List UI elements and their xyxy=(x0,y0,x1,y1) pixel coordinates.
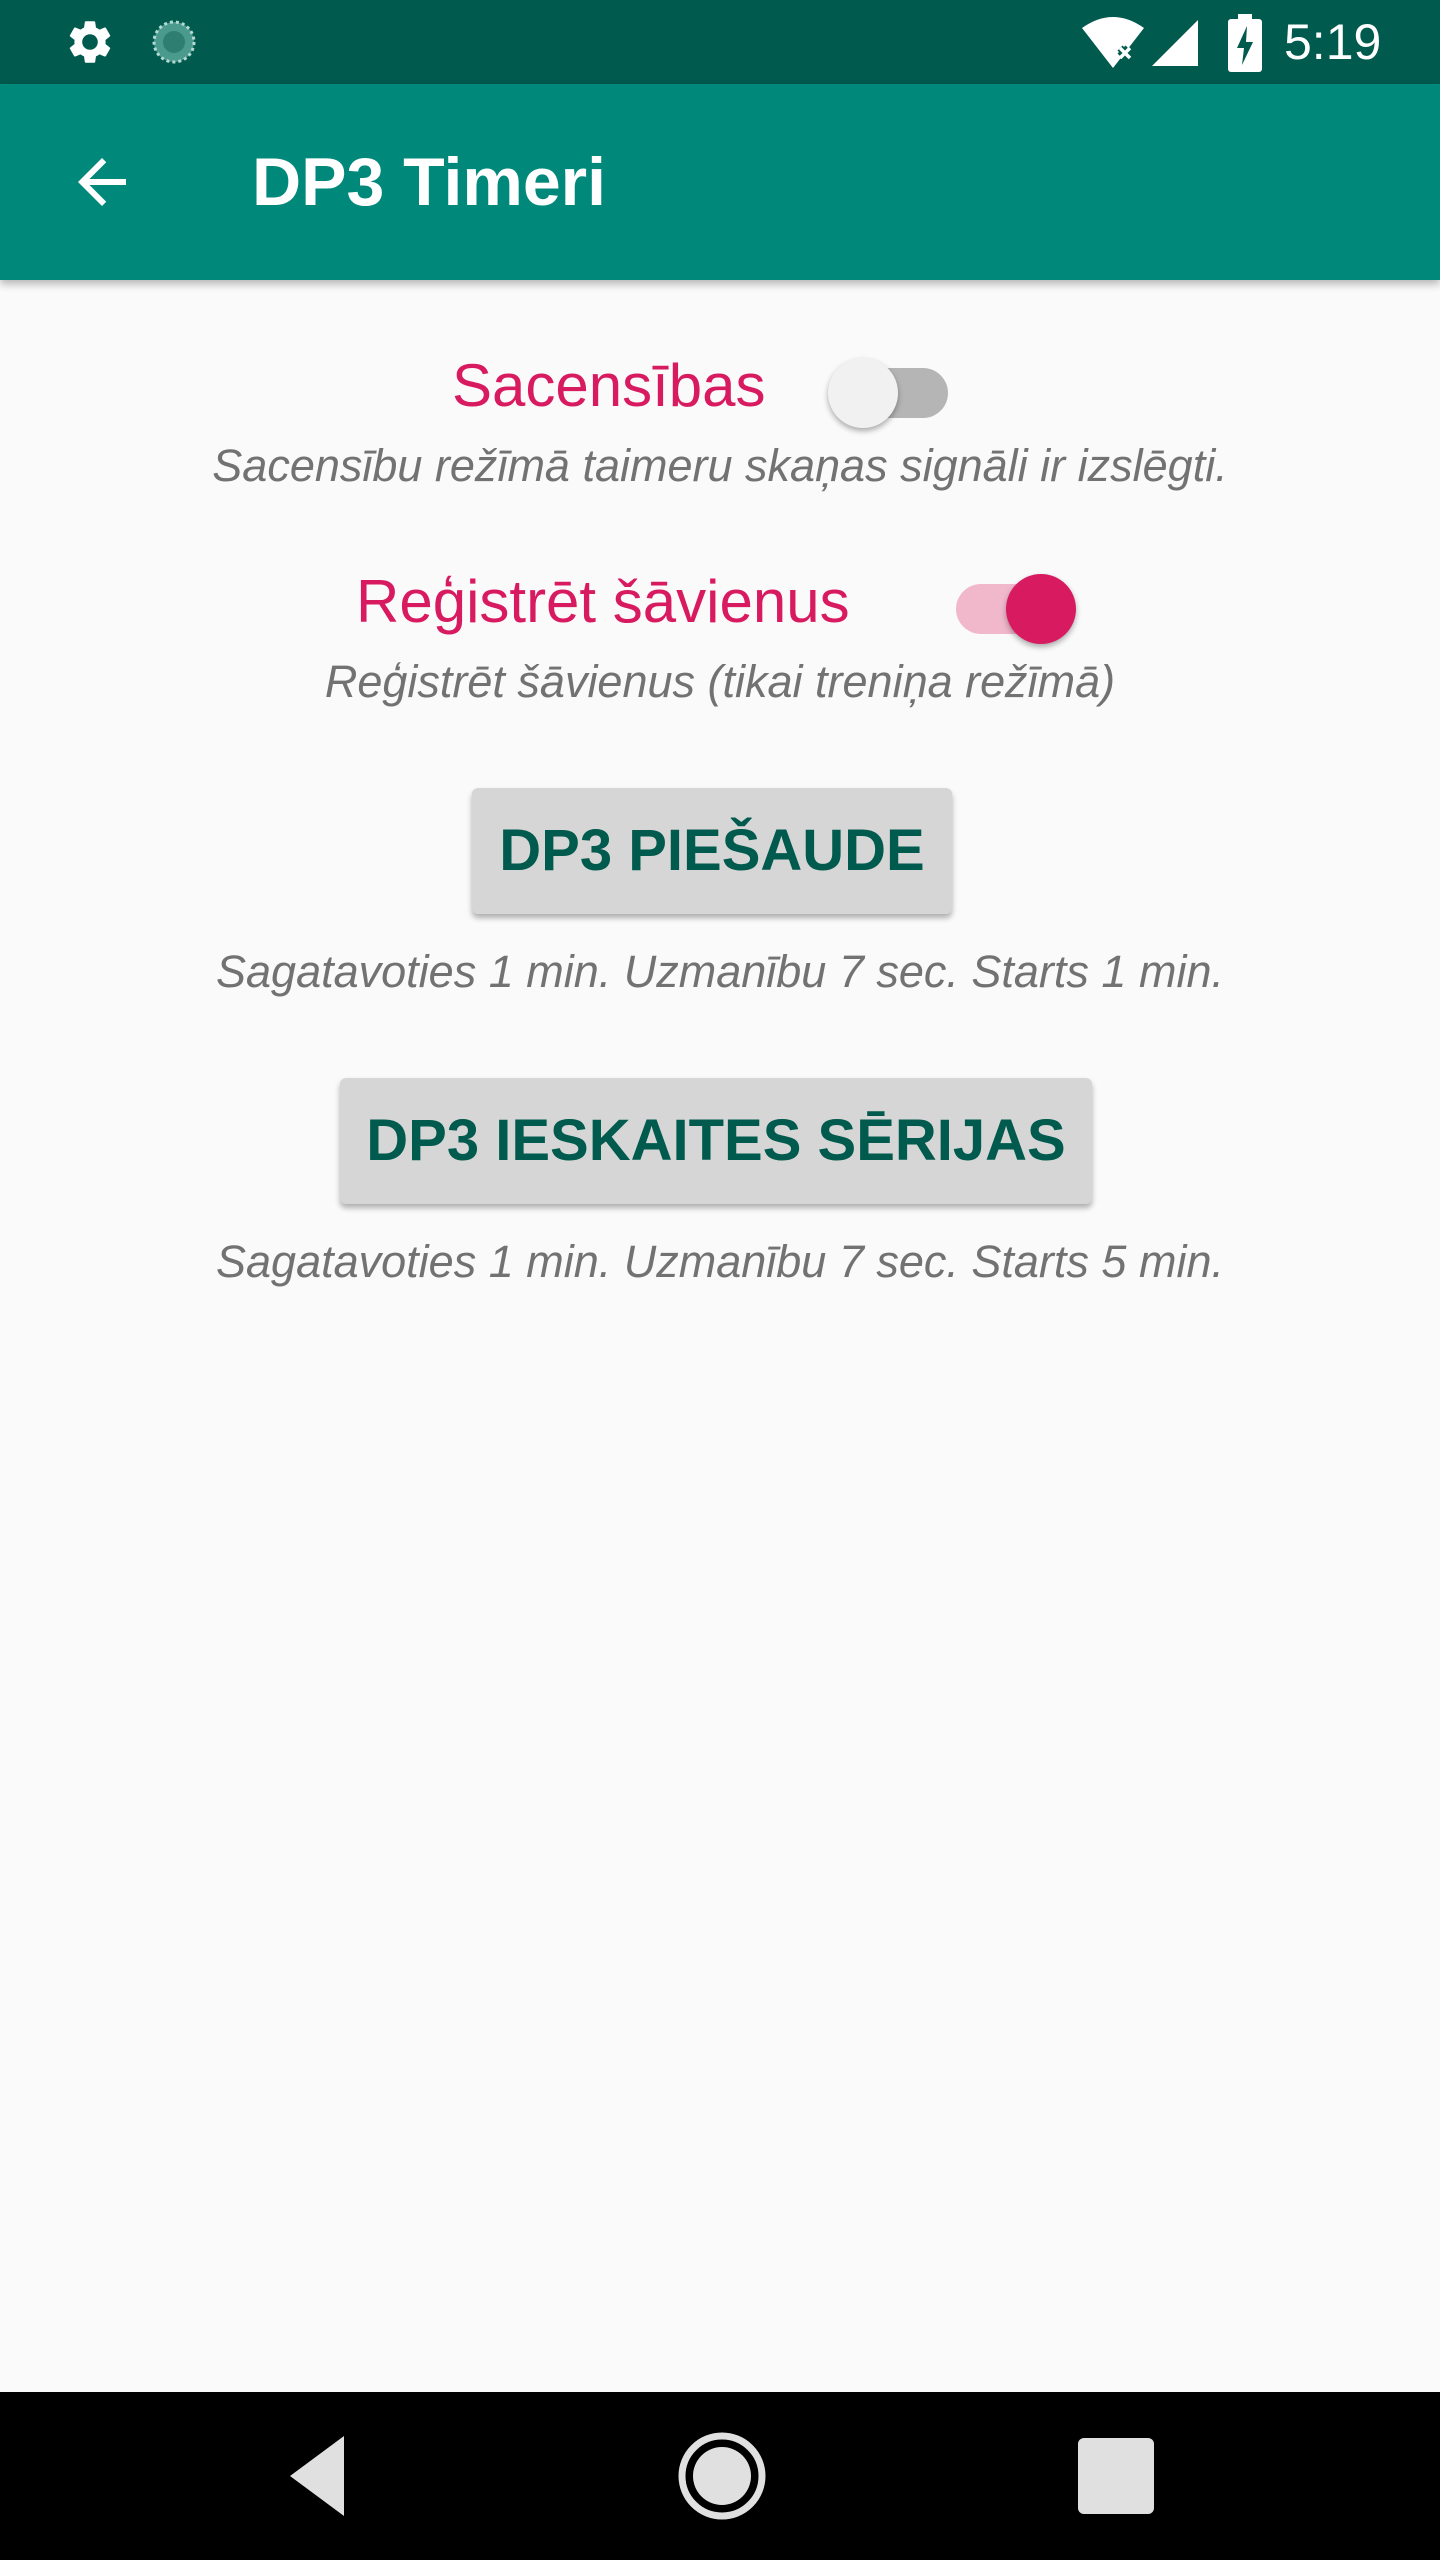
battery-charging-icon xyxy=(1228,14,1262,72)
signal-icon xyxy=(1150,18,1200,68)
sync-icon xyxy=(146,16,202,68)
nav-home-icon[interactable] xyxy=(676,2430,768,2522)
competition-switch[interactable] xyxy=(828,336,958,436)
switch-thumb xyxy=(1006,574,1076,644)
navigation-bar xyxy=(0,2392,1440,2560)
back-button[interactable] xyxy=(50,130,154,234)
gear-icon xyxy=(62,16,118,68)
nav-back-icon[interactable] xyxy=(284,2432,364,2520)
nav-recents-icon[interactable] xyxy=(1074,2434,1158,2518)
practice-button[interactable]: DP3 PIEŠAUDE xyxy=(472,788,952,914)
register-shots-switch[interactable] xyxy=(946,552,1076,652)
register-shots-switch-row: Reģistrēt šāvienus xyxy=(0,552,1440,652)
app-bar: DP3 Timeri xyxy=(0,84,1440,280)
switch-thumb xyxy=(828,358,898,428)
status-time: 5:19 xyxy=(1284,14,1382,70)
register-shots-hint: Reģistrēt šāvienus (tikai treniņa režīmā… xyxy=(324,656,1116,707)
status-bar: 5:19 xyxy=(0,0,1440,84)
arrow-back-icon xyxy=(78,158,126,206)
competition-hint: Sacensību režīmā taimeru skaņas signāli … xyxy=(212,440,1228,491)
main-content: Sacensības Sacensību režīmā taimeru skaņ… xyxy=(0,280,1440,2392)
competition-switch-row: Sacensības xyxy=(0,336,1440,436)
competition-label: Sacensības xyxy=(452,352,766,419)
series-description: Sagatavoties 1 min. Uzmanību 7 sec. Star… xyxy=(216,1236,1224,1287)
wifi-icon xyxy=(1080,14,1146,70)
register-shots-label: Reģistrēt šāvienus xyxy=(356,568,850,635)
page-title: DP3 Timeri xyxy=(252,144,607,220)
series-button[interactable]: DP3 IESKAITES SĒRIJAS xyxy=(340,1078,1092,1204)
practice-description: Sagatavoties 1 min. Uzmanību 7 sec. Star… xyxy=(216,946,1224,997)
